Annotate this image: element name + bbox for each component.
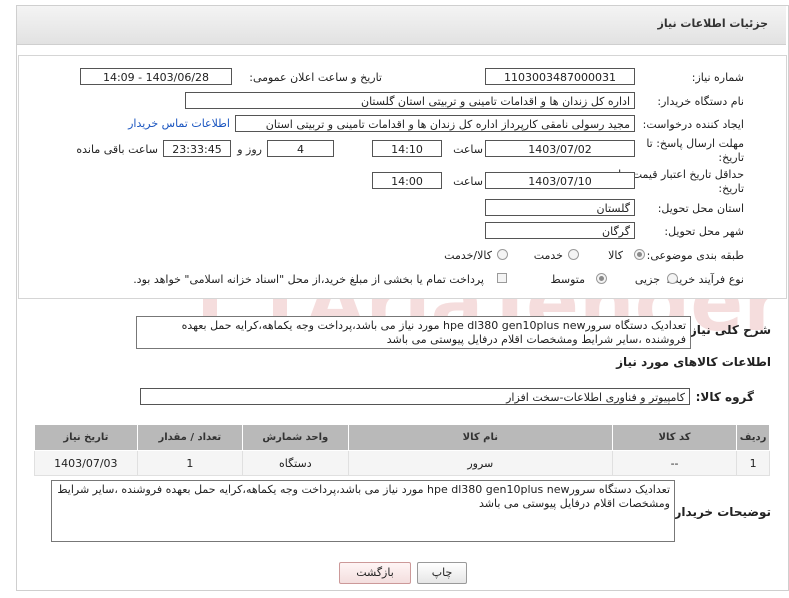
col-item-name: نام کالا — [347, 424, 613, 451]
purchase-option-medium: متوسط — [550, 273, 585, 286]
province-field: گلستان — [485, 199, 635, 216]
summary-textarea[interactable]: تعدادیک دستگاه سرورhpe dl380 gen10plus n… — [136, 316, 691, 349]
col-need-date: تاریخ نیاز — [34, 424, 138, 451]
buyer-notes-textarea[interactable]: تعدادیک دستگاه سرورhpe dl380 gen10plus n… — [51, 480, 675, 542]
purchase-radio-minor[interactable] — [667, 273, 678, 284]
cell-item-name: سرور — [347, 450, 613, 476]
goods-section-title: اطلاعات کالاهای مورد نیاز — [616, 355, 771, 369]
treasury-payment-checkbox[interactable] — [497, 273, 507, 283]
days-label: روز و — [237, 143, 262, 156]
reply-deadline-label: مهلت ارسال پاسخ: تا تاریخ: — [646, 137, 744, 164]
city-label: شهر محل تحویل: — [664, 225, 744, 238]
goods-group-field: کامپیوتر و فناوری اطلاعات-سخت افزار — [140, 388, 690, 405]
cell-item-code: -- — [611, 450, 738, 476]
buyer-contact-link[interactable]: اطلاعات تماس خریدار — [128, 117, 230, 130]
buyer-notes-label: توضیحات خریدار: — [669, 505, 771, 519]
col-quantity: تعداد / مقدار — [136, 424, 243, 451]
validity-date-field: 1403/07/10 — [485, 172, 635, 189]
category-radio-goods[interactable] — [634, 249, 645, 260]
page-title: جزئیات اطلاعات نیاز — [657, 17, 769, 30]
cell-row-number: 1 — [736, 450, 770, 476]
province-label: استان محل تحویل: — [657, 202, 744, 215]
reply-time-label: ساعت — [453, 143, 483, 156]
requester-label: ایجاد کننده درخواست: — [642, 118, 744, 131]
remaining-time-label: ساعت باقی مانده — [76, 143, 158, 156]
goods-group-label: گروه کالا: — [695, 390, 754, 404]
purchase-radio-medium[interactable] — [596, 273, 607, 284]
buyer-org-label: نام دستگاه خریدار: — [657, 95, 744, 108]
category-option-goods-service: کالا/خدمت — [444, 249, 492, 262]
col-item-code: کد کالا — [611, 424, 738, 451]
need-number-field: 1103003487000031 — [485, 68, 635, 85]
category-label: طبقه بندی موضوعی: — [646, 249, 744, 262]
col-unit: واحد شمارش — [241, 424, 349, 451]
goods-table-header: ردیف کد کالا نام کالا واحد شمارش تعداد /… — [34, 424, 770, 451]
back-button[interactable]: بازگشت — [339, 562, 411, 584]
need-number-label: شماره نیاز: — [691, 71, 744, 84]
category-radio-goods-service[interactable] — [497, 249, 508, 260]
page-header: جزئیات اطلاعات نیاز — [17, 6, 786, 45]
cell-quantity: 1 — [136, 450, 243, 476]
table-row: 1 -- سرور دستگاه 1 1403/07/03 — [34, 450, 770, 476]
reply-time-field: 14:10 — [372, 140, 442, 157]
reply-date-field: 1403/07/02 — [485, 140, 635, 157]
buyer-org-field: اداره کل زندان ها و اقدامات تامینی و ترب… — [185, 92, 635, 109]
remaining-time-field: 23:33:45 — [163, 140, 231, 157]
cell-need-date: 1403/07/03 — [34, 450, 138, 476]
requester-field: مجید رسولی نامقی کارپرداز اداره کل زندان… — [235, 115, 635, 132]
summary-label: شرح کلی نیاز: — [685, 323, 771, 337]
city-field: گرگان — [485, 222, 635, 239]
validity-time-label: ساعت — [453, 175, 483, 188]
treasury-payment-note: پرداخت تمام یا بخشی از مبلغ خرید،از محل … — [133, 273, 484, 286]
goods-table: ردیف کد کالا نام کالا واحد شمارش تعداد /… — [34, 424, 770, 476]
announce-datetime-field: 1403/06/28 - 14:09 — [80, 68, 232, 85]
category-radio-service[interactable] — [568, 249, 579, 260]
purchase-option-minor: جزیی — [634, 273, 660, 286]
category-option-service: خدمت — [533, 249, 563, 262]
announce-datetime-label: تاریخ و ساعت اعلان عمومی: — [249, 71, 382, 84]
days-remaining-field: 4 — [267, 140, 334, 157]
category-option-goods: کالا — [608, 249, 623, 262]
col-row-number: ردیف — [736, 424, 770, 451]
print-button[interactable]: چاپ — [417, 562, 467, 584]
cell-unit: دستگاه — [241, 450, 349, 476]
validity-time-field: 14:00 — [372, 172, 442, 189]
